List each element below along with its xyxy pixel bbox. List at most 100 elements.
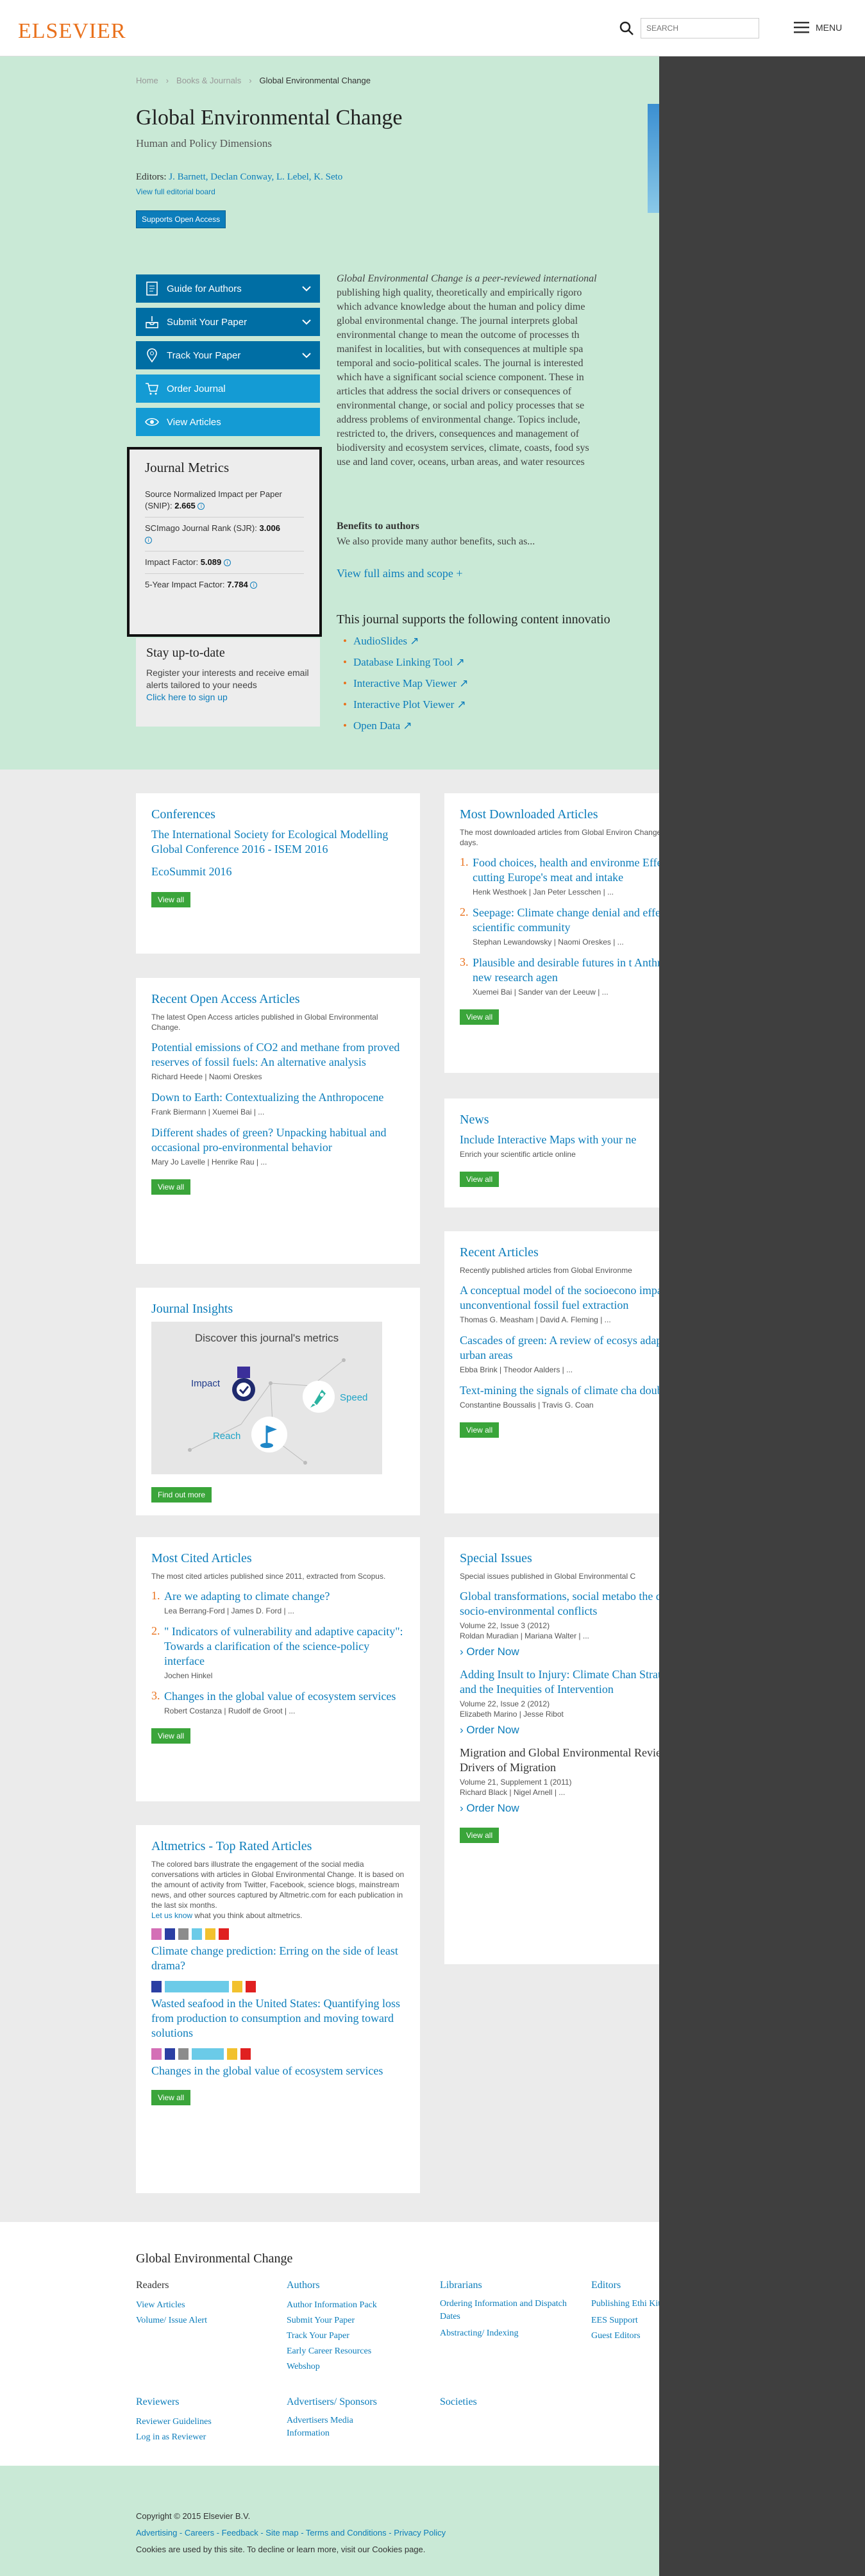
find-out-more-button[interactable]: Find out more [151,1487,212,1503]
journal-insights-banner[interactable]: Discover this journal's metrics Impact S… [151,1322,382,1474]
view-all-button[interactable]: View all [460,1172,500,1187]
footer-link[interactable]: Webshop [287,2359,377,2375]
most-cited-card: Most Cited Articles The most cited artic… [136,1537,420,1801]
view-all-button[interactable]: View all [151,2090,191,2105]
breadcrumb-home[interactable]: Home [136,76,158,85]
footer-link[interactable]: Author Information Pack [287,2298,377,2313]
footer-link[interactable]: Volume/ Issue Alert [136,2313,207,2328]
conference-link[interactable]: EcoSummit 2016 [151,864,405,879]
impact-factor-value: 5.089 [200,557,222,567]
footer-link[interactable]: Guest Editors [591,2328,662,2344]
stay-title: Stay up-to-date [146,646,225,660]
breadcrumb-books-journals[interactable]: Books & Journals [176,76,241,85]
view-all-button[interactable]: View all [151,1179,191,1195]
conference-link[interactable]: The International Society for Ecological… [151,827,405,857]
footer-link[interactable]: Publishing Ethi Kit [591,2298,662,2311]
innovation-audioslides[interactable]: AudioSlides ↗ [343,635,469,656]
content-innovations-title: This journal supports the following cont… [337,612,610,627]
let-us-know-link[interactable]: Let us know [151,1911,192,1920]
info-icon[interactable]: i [223,559,231,566]
view-articles-button[interactable]: View Articles [136,408,320,436]
article-link[interactable]: " Indicators of vulnerability and adapti… [164,1624,405,1669]
footer-column-title[interactable]: Editors [591,2280,662,2291]
search-icon[interactable] [619,21,634,36]
footer-column-title[interactable]: Librarians [440,2280,568,2291]
view-all-button[interactable]: View all [151,892,191,907]
footer-link[interactable]: View Articles [136,2298,207,2313]
footer-link[interactable]: Log in as Reviewer [136,2430,212,2445]
info-icon[interactable]: i [145,537,152,544]
article-link[interactable]: Wasted seafood in the United States: Qua… [151,1996,405,2041]
article-link[interactable]: Changes in the global value of ecosystem… [164,1689,405,1704]
legal-links[interactable]: Advertising - Careers - Feedback - Site … [136,2528,446,2538]
view-all-button[interactable]: View all [460,1422,500,1438]
track-your-paper-button[interactable]: Track Your Paper [136,341,320,369]
article-authors: Robert Costanza | Rudolf de Groot | ... [164,1706,296,1715]
chevron-right-icon: › [460,1802,464,1814]
footer-link[interactable]: Advertisers Media Information [287,2414,396,2440]
footer-link[interactable]: EES Support [591,2313,662,2328]
view-all-button[interactable]: View all [460,1828,500,1843]
search-input[interactable] [641,18,759,38]
altmetric-bar [246,1981,256,1992]
snip-metric: Source Normalized Impact per Paper (SNIP… [145,484,304,518]
innovation-interactive-map-viewer[interactable]: Interactive Map Viewer ↗ [343,677,469,698]
article-authors: Frank Biermann | Xuemei Bai | ... [151,1107,265,1116]
article-link[interactable]: Climate change prediction: Erring on the… [151,1944,405,1973]
snip-label: Source Normalized Impact per Paper (SNIP… [145,489,282,510]
editorial-board-link[interactable]: View full editorial board [136,187,215,196]
footer-link[interactable]: Track Your Paper [287,2328,377,2344]
footer-link[interactable]: Early Career Resources [287,2344,377,2359]
altmetric-bar [151,2048,162,2060]
footer-link[interactable]: Ordering Information and Dispatch Dates [440,2298,568,2323]
footer-link[interactable]: Submit Your Paper [287,2313,377,2328]
article-link[interactable]: Different shades of green? Unpacking hab… [151,1125,405,1155]
innovation-database-linking-tool[interactable]: Database Linking Tool ↗ [343,656,469,677]
article-link[interactable]: Changes in the global value of ecosystem… [151,2064,405,2078]
view-all-button[interactable]: View all [151,1728,191,1744]
article-link[interactable]: Down to Earth: Contextualizing the Anthr… [151,1090,405,1105]
altmetric-bar [178,2048,189,2060]
altmetric-bars [151,1928,405,1940]
elsevier-logo[interactable]: ELSEVIER [18,19,126,44]
footer-column-title[interactable]: Societies [440,2396,477,2408]
footer-column-title[interactable]: Authors [287,2280,377,2291]
footer-title: Global Environmental Change [136,2252,293,2266]
info-icon[interactable]: i [250,582,258,589]
cart-icon [146,383,158,395]
flag-icon [251,1417,287,1452]
card-title[interactable]: Journal Insights [151,1302,405,1317]
order-journal-button[interactable]: Order Journal [136,375,320,403]
recent-open-access-card: Recent Open Access Articles The latest O… [136,978,420,1264]
sign-up-link[interactable]: Click here to sign up [146,692,228,702]
menu-button[interactable]: MENU [794,22,842,33]
footer-advertisers-column: Advertisers/ Sponsors Advertisers Media … [287,2396,396,2440]
list-item: 1. Are we adapting to climate change? Lea … [151,1589,405,1615]
footer-link[interactable]: Abstracting/ Indexing [440,2326,568,2341]
view-all-button[interactable]: View all [460,1009,500,1025]
submit-your-paper-button[interactable]: Submit Your Paper [136,308,320,336]
description-line: which have a significant social science … [337,372,584,383]
hamburger-icon [794,22,809,33]
innovation-interactive-plot-viewer[interactable]: Interactive Plot Viewer ↗ [343,698,469,720]
journal-cover-image[interactable] [648,104,659,213]
altmetric-bar [165,2048,175,2060]
chevron-down-icon [302,286,311,292]
innovation-open-data[interactable]: Open Data ↗ [343,720,469,741]
article-link[interactable]: Potential emissions of CO2 and methane f… [151,1040,405,1070]
footer-link[interactable]: Reviewer Guidelines [136,2414,212,2430]
guide-for-authors-button[interactable]: Guide for Authors [136,274,320,303]
article-link[interactable]: Are we adapting to climate change? [164,1589,405,1604]
view-aims-scope-link[interactable]: View full aims and scope + [337,567,463,580]
description-line: environmental change, or social and poli… [337,400,585,411]
footer-column-title[interactable]: Reviewers [136,2396,212,2408]
supports-open-access-button[interactable]: Supports Open Access [136,210,226,228]
altmetric-bar [165,1928,175,1940]
footer-column-title[interactable]: Advertisers/ Sponsors [287,2396,396,2408]
sjr-metric: SCImago Journal Rank (SJR): 3.006 i [145,518,304,551]
article-authors: Jochen Hinkel [164,1671,213,1680]
info-icon[interactable]: i [197,503,205,510]
editors: Editors: J. Barnett, Declan Conway, L. L… [136,172,342,183]
editors-names[interactable]: J. Barnett, Declan Conway, L. Lebel, K. … [169,172,342,182]
footer-librarians-column: Librarians Ordering Information and Disp… [440,2280,568,2341]
